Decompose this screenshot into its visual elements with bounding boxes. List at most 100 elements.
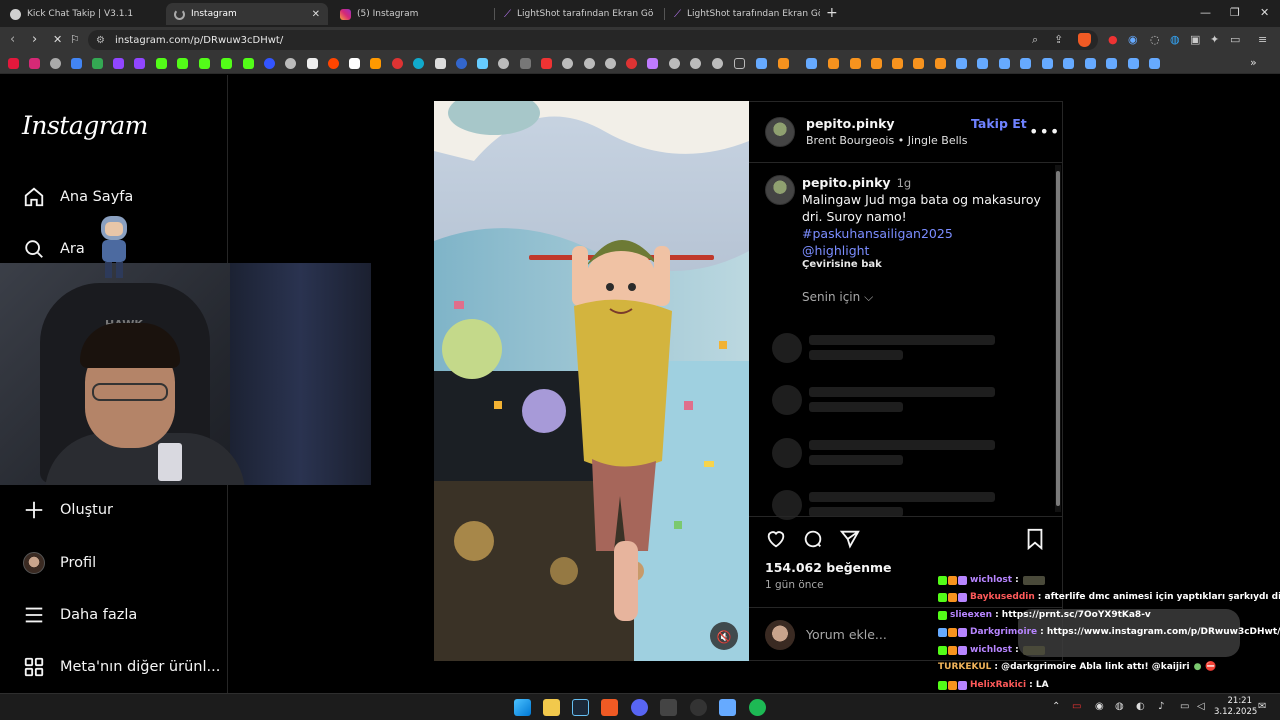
sidebar-toggle-icon[interactable]: ▭ bbox=[1230, 33, 1240, 46]
tray-app-icon[interactable]: ◉ bbox=[1095, 701, 1104, 712]
share-icon[interactable] bbox=[839, 528, 861, 554]
app-bookmark-icon[interactable] bbox=[285, 58, 296, 69]
see-translation-link[interactable]: Çevirisine bak bbox=[802, 259, 882, 270]
x-bookmark-icon[interactable] bbox=[307, 58, 318, 69]
twitch-bookmark-icon[interactable] bbox=[134, 58, 145, 69]
globe-bookmark-icon[interactable] bbox=[562, 58, 573, 69]
restore-button[interactable]: ❐ bbox=[1230, 6, 1240, 19]
zoom-icon[interactable]: ⌕ bbox=[1032, 33, 1038, 47]
more-options-icon[interactable]: ••• bbox=[1029, 122, 1060, 141]
globe-bookmark-icon[interactable] bbox=[605, 58, 616, 69]
network-icon[interactable]: ▭ bbox=[1180, 701, 1189, 712]
tab-instagram-5[interactable]: (5) Instagram bbox=[332, 3, 492, 25]
save-icon[interactable] bbox=[1025, 528, 1045, 554]
steam-bookmark-icon[interactable] bbox=[1128, 58, 1139, 69]
instagram-logo[interactable]: Instagram bbox=[22, 111, 148, 140]
app-bookmark-icon[interactable] bbox=[349, 58, 360, 69]
globe-bookmark-icon[interactable] bbox=[669, 58, 680, 69]
tray-app-icon[interactable]: ▭ bbox=[1072, 701, 1081, 712]
bookmark-icon[interactable]: ⚐ bbox=[70, 33, 80, 46]
windows-start-icon[interactable] bbox=[514, 699, 531, 716]
extension-icon[interactable]: ◌ bbox=[1150, 33, 1160, 46]
steam-bookmark-icon[interactable] bbox=[1149, 58, 1160, 69]
discord-icon[interactable] bbox=[631, 699, 648, 716]
kick-bookmark-icon[interactable] bbox=[177, 58, 188, 69]
new-tab-button[interactable]: + bbox=[826, 5, 838, 21]
hashtag-link[interactable]: #paskuhansailigan2025 bbox=[802, 225, 1052, 242]
youtube-bookmark-icon[interactable] bbox=[8, 58, 19, 69]
app-bookmark-icon[interactable] bbox=[520, 58, 531, 69]
globe-bookmark-icon[interactable] bbox=[584, 58, 595, 69]
sidebar-item-profile[interactable]: Profil bbox=[22, 550, 96, 576]
app-bookmark-icon[interactable] bbox=[413, 58, 424, 69]
app-bookmark-icon[interactable] bbox=[264, 58, 275, 69]
share-icon[interactable]: ⇪ bbox=[1054, 33, 1063, 46]
steam-bookmark-icon[interactable] bbox=[977, 58, 988, 69]
minimize-button[interactable]: — bbox=[1200, 6, 1211, 19]
steam-bookmark-icon[interactable] bbox=[1085, 58, 1096, 69]
site-settings-icon[interactable]: ⚙ bbox=[96, 35, 105, 46]
tab-kick-chat[interactable]: Kick Chat Takip | V3.1.1 bbox=[2, 3, 164, 25]
stop-icon[interactable]: ✕ bbox=[53, 33, 62, 46]
globe-bookmark-icon[interactable] bbox=[712, 58, 723, 69]
post-username[interactable]: pepito.pinky bbox=[806, 116, 895, 131]
tray-overflow-icon[interactable]: ⌃ bbox=[1052, 701, 1060, 712]
system-clock[interactable]: 21:21 3.12.2025 bbox=[1214, 696, 1257, 718]
instagram-bookmark-icon[interactable] bbox=[29, 58, 40, 69]
sidebar-item-home[interactable]: Ana Sayfa bbox=[22, 184, 133, 210]
more-bookmarks-icon[interactable]: » bbox=[1250, 56, 1257, 69]
extension-icon[interactable]: ▣ bbox=[1190, 33, 1200, 46]
tray-steam-icon[interactable]: ◍ bbox=[1115, 701, 1124, 712]
tray-app-icon[interactable]: ◐ bbox=[1136, 701, 1145, 712]
app-bookmark-icon[interactable] bbox=[778, 58, 789, 69]
steam-bookmark-icon[interactable] bbox=[1063, 58, 1074, 69]
caption-author-avatar[interactable] bbox=[765, 175, 795, 205]
url-field[interactable]: ⚙ instagram.com/p/DRwuw3cDHwt/ bbox=[88, 30, 1098, 50]
twitch-bookmark-icon[interactable] bbox=[113, 58, 124, 69]
kick-bookmark-icon[interactable] bbox=[221, 58, 232, 69]
steam-bookmark-icon[interactable] bbox=[756, 58, 767, 69]
caption-username-text[interactable]: pepito.pinky bbox=[802, 175, 891, 190]
likes-count[interactable]: 154.062 beğenme bbox=[765, 560, 892, 575]
menu-icon[interactable]: ≡ bbox=[1258, 33, 1267, 46]
obs-icon[interactable] bbox=[660, 699, 677, 716]
steam-bookmark-icon[interactable] bbox=[806, 58, 817, 69]
app-icon[interactable] bbox=[719, 699, 736, 716]
app-bookmark-icon[interactable] bbox=[892, 58, 903, 69]
app-bookmark-icon[interactable] bbox=[456, 58, 467, 69]
steam-bookmark-icon[interactable] bbox=[1106, 58, 1117, 69]
amazon-bookmark-icon[interactable] bbox=[370, 58, 381, 69]
gmail-bookmark-icon[interactable] bbox=[71, 58, 82, 69]
app-bookmark-icon[interactable] bbox=[871, 58, 882, 69]
mention-link[interactable]: @highlight bbox=[802, 242, 1052, 259]
app-bookmark-icon[interactable] bbox=[541, 58, 552, 69]
app-bookmark-icon[interactable] bbox=[828, 58, 839, 69]
comment-sort-dropdown[interactable]: Senin için ⌵ bbox=[802, 290, 873, 305]
sidebar-item-create[interactable]: Oluştur bbox=[22, 497, 113, 523]
back-icon[interactable]: ‹ bbox=[10, 32, 15, 47]
app-icon[interactable] bbox=[690, 699, 707, 716]
volume-icon[interactable]: ◁ bbox=[1197, 701, 1205, 712]
drive-bookmark-icon[interactable] bbox=[92, 58, 103, 69]
ublock-icon[interactable]: ● bbox=[1108, 33, 1118, 46]
comment-input[interactable]: Yorum ekle... bbox=[806, 627, 887, 642]
puzzle-icon[interactable]: ✦ bbox=[1210, 33, 1219, 46]
globe-bookmark-icon[interactable] bbox=[690, 58, 701, 69]
notification-icon[interactable]: ✉ bbox=[1258, 701, 1266, 712]
app-bookmark-icon[interactable] bbox=[477, 58, 488, 69]
caption-username[interactable]: pepito.pinky 1g bbox=[802, 175, 911, 190]
globe-bookmark-icon[interactable] bbox=[50, 58, 61, 69]
kick-bookmark-icon[interactable] bbox=[199, 58, 210, 69]
mute-icon[interactable] bbox=[711, 622, 739, 650]
steam-bookmark-icon[interactable] bbox=[1020, 58, 1031, 69]
lightshot-bookmark-icon[interactable] bbox=[647, 58, 658, 69]
kick-bookmark-icon[interactable] bbox=[156, 58, 167, 69]
follow-button[interactable]: Takip Et bbox=[971, 116, 1027, 131]
sidebar-item-meta-products[interactable]: Meta'nın diğer ürünl... bbox=[22, 654, 220, 680]
reddit-bookmark-icon[interactable] bbox=[328, 58, 339, 69]
brave-browser-icon[interactable] bbox=[601, 699, 618, 716]
app-bookmark-icon[interactable] bbox=[626, 58, 637, 69]
sidebar-item-more[interactable]: Daha fazla bbox=[22, 602, 137, 628]
tab-instagram-active[interactable]: Instagram ✕ bbox=[166, 3, 328, 25]
kick-bookmark-icon[interactable] bbox=[243, 58, 254, 69]
